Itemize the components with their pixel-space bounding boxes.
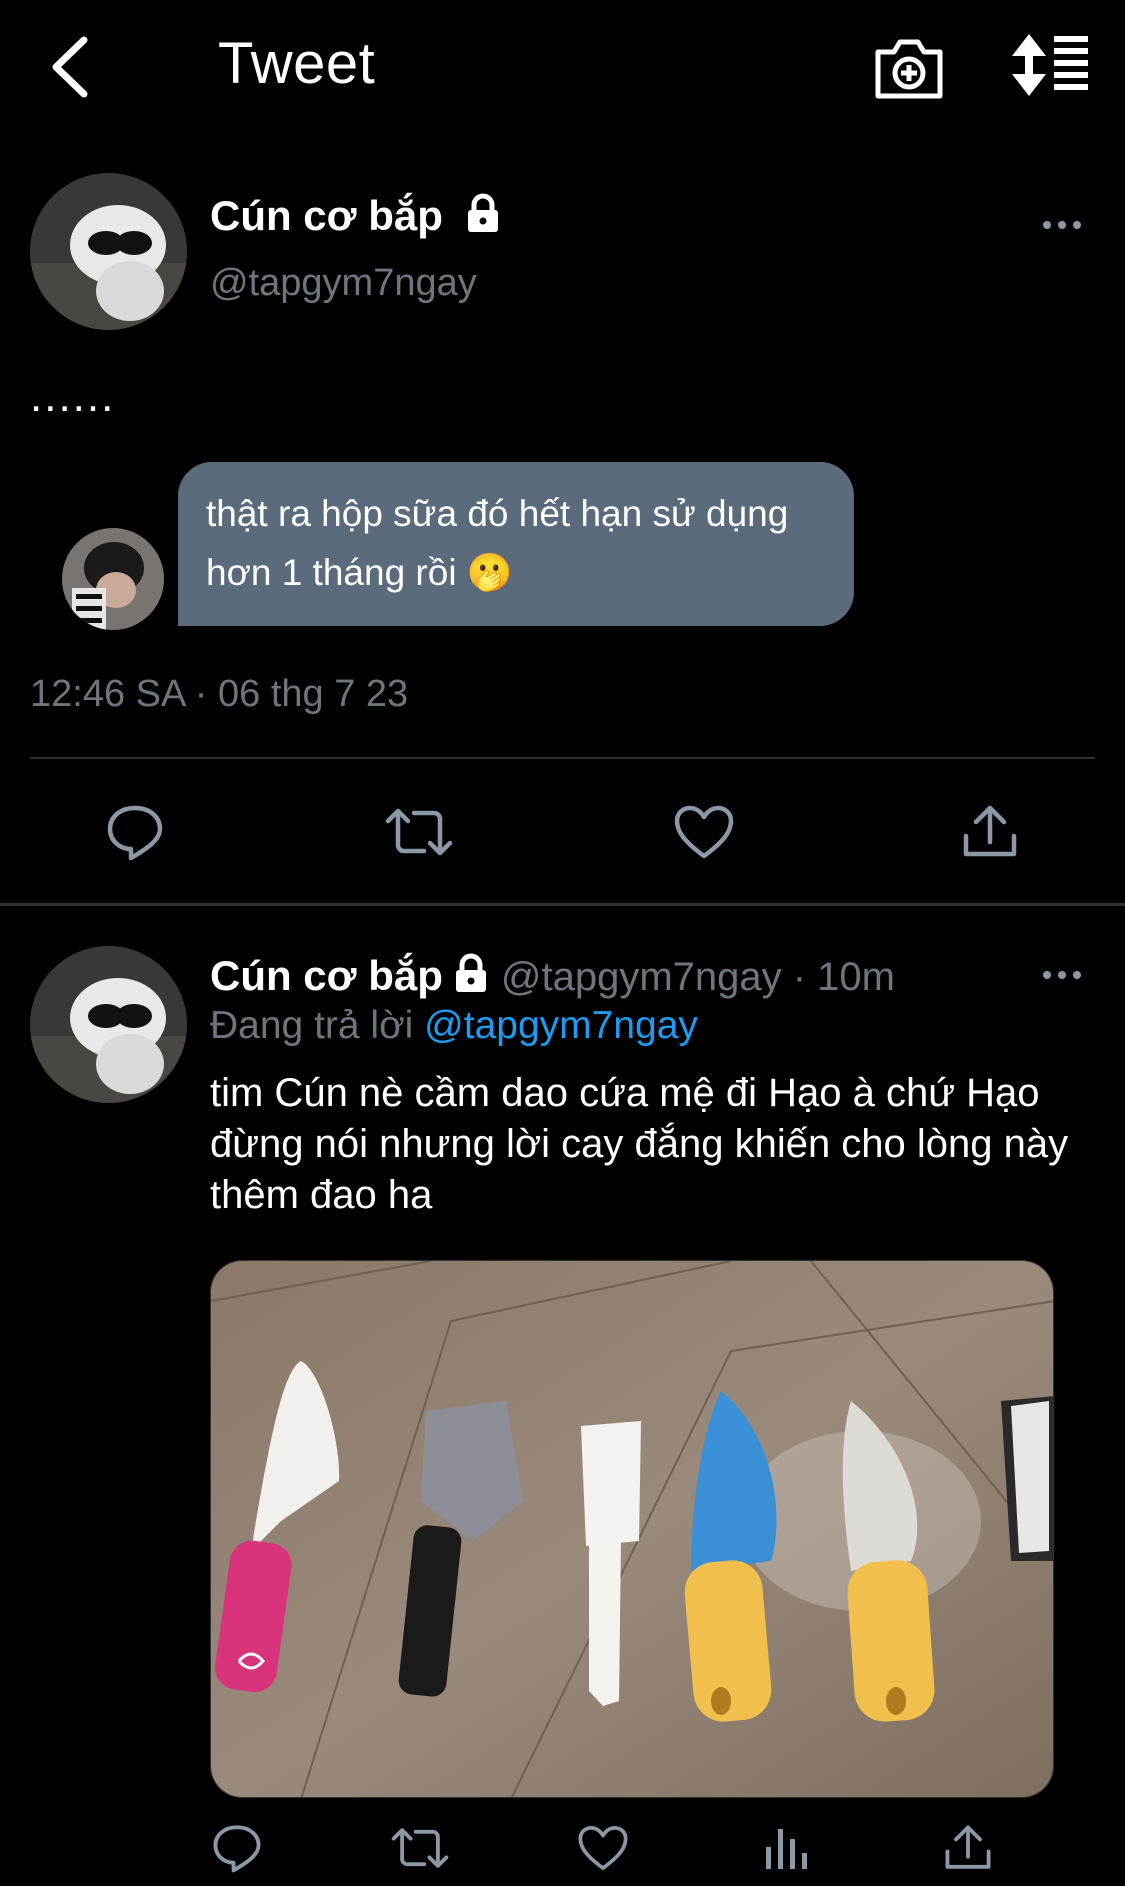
reply-author-avatar[interactable] [30,946,187,1103]
tweet-detail-screen: Tweet Cún cơ bắp @tapgym7ngay ...... thậ… [0,0,1125,1886]
add-photo-button[interactable] [872,30,946,102]
page-title: Tweet [218,31,376,96]
more-options-button[interactable] [1032,210,1092,240]
share-icon [945,1825,991,1869]
top-bar: Tweet [0,0,1125,135]
more-dot [1043,221,1051,229]
reply-retweet-button[interactable] [380,1808,460,1886]
share-icon [963,805,1017,857]
replying-to: Đang trả lời @tapgym7ngay [210,1004,698,1048]
author-handle[interactable]: @tapgym7ngay [210,262,477,305]
like-button[interactable] [664,792,744,872]
more-dot [1073,221,1081,229]
more-dot [1058,221,1066,229]
author-avatar[interactable] [30,173,187,330]
reply-like-button[interactable] [563,1808,643,1886]
avatar-image [30,946,187,1103]
avatar-image [62,528,164,630]
reply-author-name: Cún cơ bắp [210,952,443,999]
replying-mention-link[interactable]: @tapgym7ngay [424,1004,698,1047]
retweet-icon [391,1828,449,1868]
author-name-text: Cún cơ bắp [210,192,443,239]
reply-share-button[interactable] [928,1808,1008,1886]
camera-plus-icon [875,39,943,99]
reply-more-options-button[interactable] [1032,960,1092,990]
retweet-icon [385,808,453,856]
tweet-text: ...... [30,372,116,421]
tweet-actions [0,792,1125,872]
divider [30,757,1095,759]
lock-icon [455,953,486,992]
author-name[interactable]: Cún cơ bắp [210,192,503,240]
reply-meta: @tapgym7ngay · 10m [500,955,895,999]
sort-icon [1012,34,1088,96]
share-button[interactable] [950,792,1030,872]
toy-knives-photo [211,1261,1053,1797]
tweet-timestamp[interactable]: 12:46 SA · 06 thg 7 23 [30,673,408,716]
reply-header[interactable]: Cún cơ bắp @tapgym7ngay · 10m [210,952,895,1000]
reply-actions [0,1808,1125,1886]
lock-icon [467,193,498,232]
reply-text: tim Cún nè cầm dao cứa mệ đi Hạo à chứ H… [210,1071,1069,1217]
replying-label: Đang trả lời [210,1004,425,1047]
dm-message-bubble: thật ra hộp sữa đó hết hạn sử dụng hơn 1… [178,462,854,626]
reply-button[interactable] [95,792,175,872]
like-icon [578,1825,628,1871]
more-dot [1058,971,1066,979]
more-dot [1043,971,1051,979]
retweet-button[interactable] [379,792,459,872]
dm-sender-avatar [62,528,164,630]
reply-icon [213,1825,261,1873]
reply-analytics-button[interactable] [746,1808,826,1886]
more-dot [1073,971,1081,979]
analytics-icon [766,1829,807,1869]
reply-reply-button[interactable] [197,1808,277,1886]
reply-media-image[interactable] [210,1260,1054,1798]
back-button[interactable] [40,28,100,106]
chevron-left-icon [52,36,88,98]
like-icon [674,805,734,859]
reply-icon [107,805,163,861]
section-divider [0,903,1125,906]
avatar-image [30,173,187,330]
sort-replies-button[interactable] [1012,30,1092,102]
